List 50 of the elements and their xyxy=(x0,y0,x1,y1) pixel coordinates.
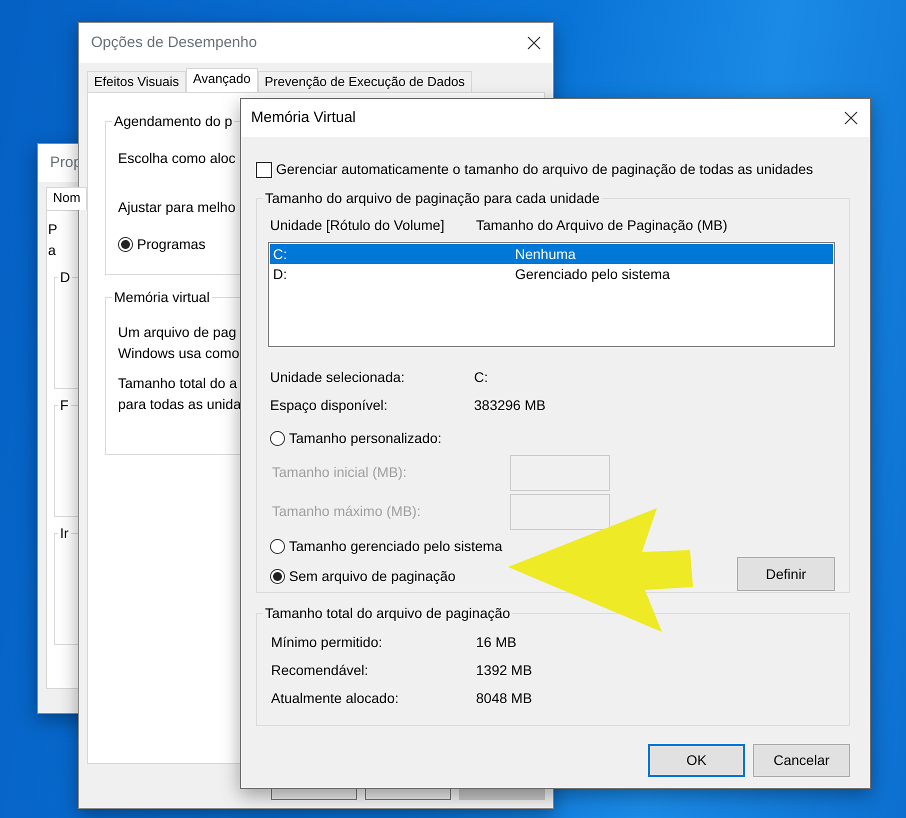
description-text: Um arquivo de pag Windows usa como xyxy=(118,323,240,363)
description-text: Ajustar para melho xyxy=(118,198,236,217)
page-file-size: Gerenciado pelo sistema xyxy=(515,265,670,284)
info-label: Espaço disponível: xyxy=(270,396,389,415)
total-value: 8048 MB xyxy=(476,689,532,708)
total-value: 1392 MB xyxy=(476,661,532,680)
info-label: Unidade selecionada: xyxy=(270,368,406,387)
close-icon[interactable] xyxy=(844,111,858,125)
description-text: Tamanho total do a para todas as unida xyxy=(118,374,241,414)
checkbox-label: Gerenciar automaticamente o tamanho do arquivo de paginação de todas as unidades xyxy=(276,160,814,179)
button[interactable]: OK xyxy=(648,744,745,777)
drive-list[interactable]: C: Nenhuma D: Gerenciado pelo sistema xyxy=(268,242,835,347)
window-title: Memória Virtual xyxy=(251,108,356,128)
button[interactable]: Cancelar xyxy=(753,744,850,777)
button[interactable] xyxy=(365,789,451,800)
radio-button[interactable] xyxy=(118,237,133,252)
column-header: Unidade [Rótulo do Volume] xyxy=(270,216,446,235)
radio-label: Sem arquivo de paginação xyxy=(289,566,456,586)
page-file-size: Nenhuma xyxy=(515,245,576,264)
total-label: Atualmente alocado: xyxy=(271,689,400,708)
list-row[interactable]: D: Gerenciado pelo sistema xyxy=(270,264,833,284)
radio-button[interactable] xyxy=(270,568,285,584)
column-header: Tamanho do Arquivo de Paginação (MB) xyxy=(476,216,728,235)
tab[interactable]: Avançado xyxy=(186,68,258,92)
list-row[interactable]: C: Nenhuma xyxy=(270,244,833,264)
description-text: Escolha como aloc xyxy=(118,149,236,168)
field-label: Tamanho inicial (MB): xyxy=(272,463,408,482)
button[interactable] xyxy=(271,789,357,800)
info-value: 383296 MB xyxy=(474,396,546,415)
radio-label: Tamanho personalizado: xyxy=(289,428,442,448)
text-line: a xyxy=(48,241,56,260)
drive-letter: C: xyxy=(273,245,288,264)
tab[interactable]: Efeitos Visuais xyxy=(87,71,186,92)
total-label: Mínimo permitido: xyxy=(271,633,384,652)
text-line: P xyxy=(48,220,58,239)
total-value: 16 MB xyxy=(476,633,516,652)
tab[interactable]: Prevenção de Execução de Dados xyxy=(258,71,472,92)
info-value: C: xyxy=(474,368,488,387)
set-button[interactable]: Definir xyxy=(737,557,835,591)
radio-button[interactable] xyxy=(270,538,285,554)
field-label: Tamanho máximo (MB): xyxy=(272,502,422,521)
radio-label: Tamanho gerenciado pelo sistema xyxy=(289,536,502,556)
window-title: Opções de Desempenho xyxy=(91,32,257,53)
drive-letter: D: xyxy=(273,265,288,284)
close-icon[interactable] xyxy=(527,36,541,50)
radio-button[interactable] xyxy=(270,430,285,446)
radio-label: Programas xyxy=(137,235,206,254)
checkbox[interactable] xyxy=(256,162,272,178)
total-label: Recomendável: xyxy=(271,661,370,680)
tab[interactable]: Nom xyxy=(46,187,88,210)
